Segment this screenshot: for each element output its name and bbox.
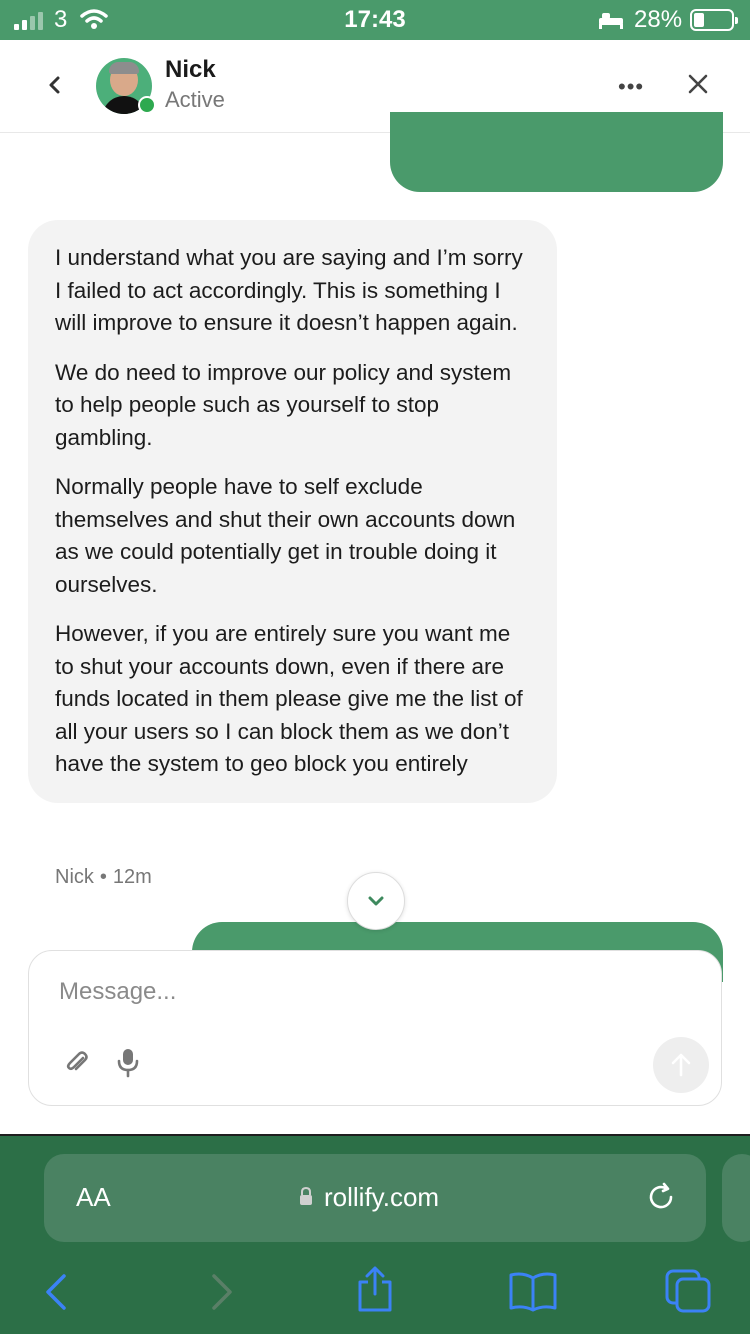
battery-icon	[690, 9, 738, 31]
address-bar[interactable]: AA rollify.com	[44, 1154, 706, 1242]
message-meta: Nick • 12m	[55, 866, 152, 889]
microphone-icon[interactable]	[115, 1047, 141, 1079]
incoming-message-bubble: I understand what you are saying and I’m…	[28, 220, 557, 803]
message-time: 12m	[112, 866, 152, 888]
status-bar: 3 17:43 28%	[0, 0, 750, 40]
sleep-focus-icon	[599, 13, 623, 29]
bookmarks-icon[interactable]	[508, 1270, 558, 1312]
more-options-button[interactable]: •••	[618, 74, 644, 100]
text-size-button[interactable]: AA	[76, 1182, 111, 1213]
online-indicator	[138, 96, 156, 114]
close-icon[interactable]	[684, 70, 712, 98]
contact-status: Active	[165, 87, 225, 112]
url-text[interactable]: rollify.com	[324, 1182, 439, 1213]
message-paragraph: However, if you are entirely sure you wa…	[55, 621, 523, 776]
share-icon[interactable]	[354, 1264, 396, 1314]
meta-separator: •	[99, 866, 107, 888]
message-paragraph: We do need to improve our policy and sys…	[55, 359, 512, 450]
outgoing-message-bubble	[390, 112, 723, 192]
arrow-up-icon	[671, 1053, 691, 1077]
back-chevron-icon[interactable]	[40, 70, 70, 100]
reload-icon[interactable]	[644, 1180, 678, 1214]
message-input[interactable]	[57, 977, 621, 1007]
battery-percent: 28%	[634, 6, 683, 33]
message-sender: Nick	[55, 866, 94, 888]
contact-name: Nick	[165, 56, 216, 83]
next-tab-peek[interactable]	[722, 1154, 750, 1242]
scroll-to-bottom-button[interactable]	[347, 872, 405, 930]
lock-icon	[300, 1186, 312, 1205]
back-arrow-icon[interactable]	[42, 1272, 72, 1312]
forward-arrow-icon[interactable]	[206, 1272, 236, 1312]
message-composer	[28, 950, 722, 1106]
message-paragraph: I understand what you are saying and I’m…	[55, 245, 523, 335]
message-paragraph: Normally people have to self exclude the…	[55, 474, 516, 597]
paperclip-icon[interactable]	[63, 1049, 91, 1077]
browser-toolbar: AA rollify.com	[0, 1134, 750, 1334]
tabs-icon[interactable]	[664, 1268, 714, 1314]
chevron-down-icon	[368, 896, 384, 906]
send-button[interactable]	[653, 1037, 709, 1093]
